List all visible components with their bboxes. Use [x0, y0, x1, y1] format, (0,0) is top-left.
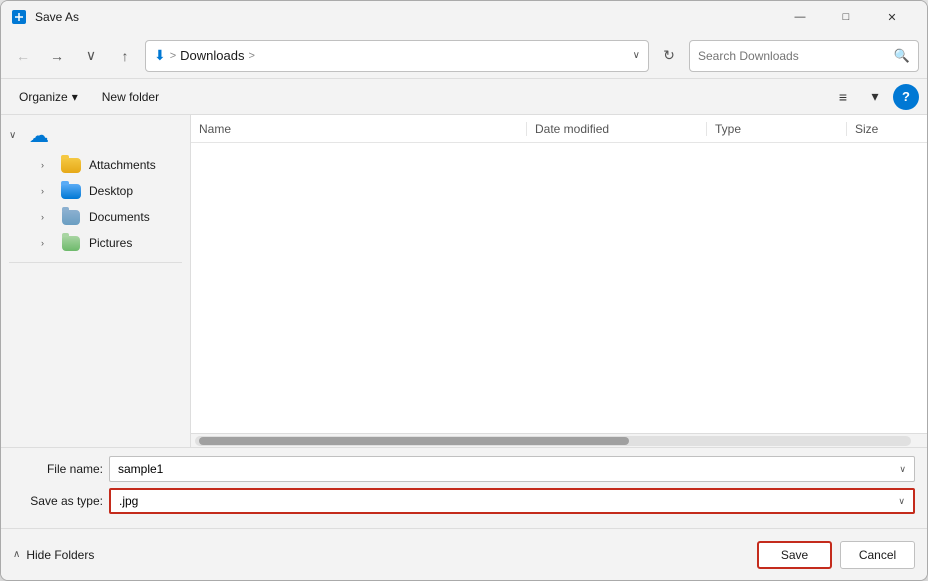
save-as-type-dropdown-arrow: ∨ [898, 496, 905, 507]
minimize-button[interactable]: — [777, 1, 823, 33]
main-content: ∨ ☁ › Attachments › Desktop › [1, 115, 927, 447]
sidebar-item-desktop[interactable]: › Desktop [5, 178, 186, 204]
organize-label: Organize [19, 90, 68, 104]
view-button[interactable]: ≡ [829, 84, 857, 110]
search-icon: 🔍 [894, 48, 910, 64]
h-scroll-thumb [199, 437, 629, 445]
cloud-icon: ☁ [29, 123, 49, 148]
horizontal-scrollbar[interactable] [191, 433, 927, 447]
documents-folder-icon [61, 209, 81, 225]
view-icon: ≡ [839, 89, 847, 105]
addr-expand-icon: ∨ [633, 50, 640, 61]
file-name-label: File name: [13, 462, 103, 476]
save-as-type-label: Save as type: [13, 494, 103, 508]
sidebar-item-pictures[interactable]: › Pictures [5, 230, 186, 256]
file-name-input[interactable]: sample1 ∨ [109, 456, 915, 482]
back-button[interactable]: ← [9, 42, 37, 70]
sidebar-header[interactable]: ∨ ☁ [1, 119, 190, 152]
view-caret-icon: ▾ [871, 88, 878, 105]
new-folder-label: New folder [102, 90, 159, 104]
chevron-icon: › [41, 238, 53, 248]
column-type[interactable]: Type [707, 122, 847, 136]
addr-sep-2: > [249, 50, 255, 62]
file-name-row: File name: sample1 ∨ [13, 456, 915, 482]
refresh-button[interactable]: ↻ [655, 42, 683, 70]
sidebar-item-attachments[interactable]: › Attachments [5, 152, 186, 178]
address-bar[interactable]: ⬇ > Downloads > ∨ [145, 40, 649, 72]
hide-folders-toggle[interactable]: ∧ Hide Folders [13, 548, 94, 562]
title-bar: Save As — □ ✕ [1, 1, 927, 33]
sidebar-divider [9, 262, 182, 263]
organize-button[interactable]: Organize ▾ [9, 84, 88, 110]
download-folder-icon: ⬇ [154, 47, 166, 64]
file-list-header: Name Date modified Type Size [191, 115, 927, 143]
maximize-button[interactable]: □ [823, 1, 869, 33]
pictures-folder-icon [61, 235, 81, 251]
organize-caret: ▾ [72, 90, 78, 104]
chevron-icon: › [41, 212, 53, 222]
file-list-body[interactable] [191, 143, 927, 433]
column-name[interactable]: Name [191, 122, 527, 136]
action-buttons: Save Cancel [757, 541, 915, 569]
sidebar-label-attachments: Attachments [89, 158, 156, 172]
new-folder-button[interactable]: New folder [92, 84, 169, 110]
file-name-value: sample1 [118, 462, 163, 476]
sidebar-expand-icon: ∨ [9, 130, 25, 141]
save-button[interactable]: Save [757, 541, 832, 569]
save-as-type-dropdown[interactable]: .jpg ∨ [109, 488, 915, 514]
column-size[interactable]: Size [847, 122, 927, 136]
column-date[interactable]: Date modified [527, 122, 707, 136]
view-caret-button[interactable]: ▾ [861, 84, 889, 110]
sidebar-label-documents: Documents [89, 210, 150, 224]
window-controls: — □ ✕ [777, 1, 915, 33]
sidebar: ∨ ☁ › Attachments › Desktop › [1, 115, 191, 447]
save-as-type-row: Save as type: .jpg ∨ [13, 488, 915, 514]
hide-folders-label: Hide Folders [26, 548, 94, 562]
addr-sep-1: > [170, 50, 176, 62]
save-as-dialog: Save As — □ ✕ ← → ∨ ↑ ⬇ > Downloads > ∨ … [0, 0, 928, 581]
save-as-type-value: .jpg [119, 494, 138, 508]
chevron-icon: › [41, 186, 53, 196]
file-name-dropdown-arrow: ∨ [899, 464, 906, 475]
sidebar-item-documents[interactable]: › Documents [5, 204, 186, 230]
search-box[interactable]: 🔍 [689, 40, 919, 72]
sidebar-label-pictures: Pictures [89, 236, 132, 250]
up-button[interactable]: ↑ [111, 42, 139, 70]
bottom-area: File name: sample1 ∨ Save as type: .jpg … [1, 447, 927, 528]
dialog-icon [11, 9, 27, 25]
title-bar-left: Save As [11, 9, 79, 25]
dialog-title: Save As [35, 10, 79, 24]
cancel-button[interactable]: Cancel [840, 541, 915, 569]
close-button[interactable]: ✕ [869, 1, 915, 33]
file-list-panel: Name Date modified Type Size [191, 115, 927, 447]
command-bar: Organize ▾ New folder ≡ ▾ ? [1, 79, 927, 115]
h-scroll-track [195, 436, 911, 446]
command-bar-right: ≡ ▾ ? [829, 84, 919, 110]
search-input[interactable] [698, 49, 888, 63]
forward-button[interactable]: → [43, 42, 71, 70]
empty-file-area [191, 143, 927, 433]
hide-folders-arrow-icon: ∧ [13, 549, 20, 560]
desktop-folder-icon [61, 183, 81, 199]
address-toolbar: ← → ∨ ↑ ⬇ > Downloads > ∨ ↻ 🔍 [1, 33, 927, 79]
current-folder: Downloads [180, 48, 244, 63]
help-button[interactable]: ? [893, 84, 919, 110]
chevron-icon: › [41, 160, 53, 170]
dropdown-button[interactable]: ∨ [77, 42, 105, 70]
sidebar-label-desktop: Desktop [89, 184, 133, 198]
attachments-folder-icon [61, 157, 81, 173]
action-bar: ∧ Hide Folders Save Cancel [1, 528, 927, 580]
